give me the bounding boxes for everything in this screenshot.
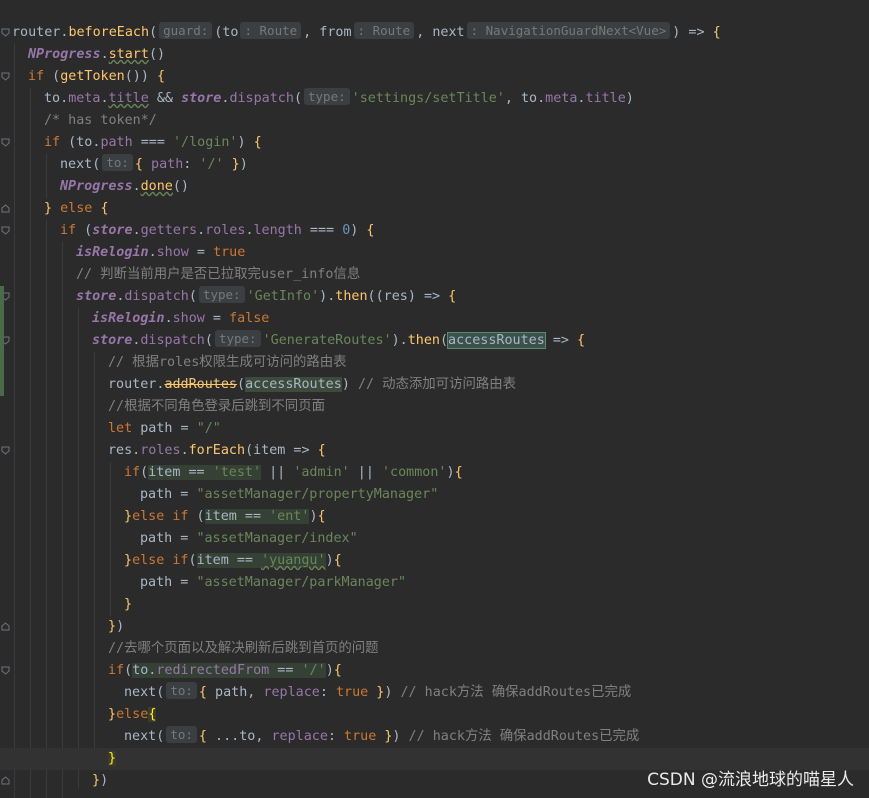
fold-open-icon[interactable]	[1, 666, 10, 675]
param-hint: guard:	[159, 22, 213, 39]
code-line-18[interactable]: //根据不同角色登录后跳到不同页面	[108, 396, 325, 418]
code-line-32[interactable]: }else{	[108, 704, 157, 726]
indent-guide	[46, 154, 47, 198]
code-line-31[interactable]: next(to:{ path, replace: true }) // hack…	[124, 682, 631, 704]
type-hint: : NavigationGuardNext<Vue>	[466, 22, 671, 39]
fold-close-icon[interactable]	[1, 776, 10, 785]
code-line-19[interactable]: let path = "/"	[108, 418, 221, 440]
code-line-29[interactable]: //去哪个页面以及解决刷新后跳到首页的问题	[108, 638, 379, 660]
param-hint: to:	[166, 726, 197, 743]
param-hint: to:	[102, 154, 133, 171]
fold-open-icon[interactable]	[1, 28, 10, 37]
code-line-28[interactable]: })	[108, 616, 124, 638]
code-line-2[interactable]: NProgress.start()	[28, 44, 165, 66]
indent-guide	[14, 44, 15, 798]
code-line-21[interactable]: if(item == 'test' || 'admin' || 'common'…	[124, 462, 463, 484]
code-line-23[interactable]: }else if (item == 'ent'){	[124, 506, 326, 528]
param-hint: type:	[214, 330, 261, 347]
fold-open-icon[interactable]	[1, 226, 10, 235]
fold-close-icon[interactable]	[1, 622, 10, 631]
code-line-24[interactable]: path = "assetManager/index"	[140, 528, 358, 550]
code-editor[interactable]: router.beforeEach(guard: (to: Route, from…	[0, 0, 869, 798]
fold-close-icon[interactable]	[1, 204, 10, 213]
code-line-7[interactable]: next(to:{ path: '/' })	[60, 154, 248, 176]
code-line-9[interactable]: } else {	[44, 198, 109, 220]
code-line-17[interactable]: router.addRoutes(accessRoutes) // 动态添加可访…	[108, 374, 516, 396]
indent-guide	[94, 352, 95, 770]
code-line-4[interactable]: to.meta.title && store.dispatch(type:'se…	[44, 88, 634, 110]
code-line-1[interactable]: router.beforeEach(guard: (to: Route, from…	[12, 22, 721, 44]
indent-guide	[46, 220, 47, 798]
indent-guide	[78, 308, 79, 788]
code-line-33[interactable]: next(to:{ ...to, replace: true }) // hac…	[124, 726, 639, 748]
watermark: CSDN @流浪地球的喵星人	[647, 770, 854, 790]
code-line-10[interactable]: if (store.getters.roles.length === 0) {	[60, 220, 374, 242]
indent-guide	[110, 462, 111, 616]
code-line-22[interactable]: path = "assetManager/propertyManager"	[140, 484, 438, 506]
code-line-30[interactable]: if(to.redirectedFrom == '/'){	[108, 660, 342, 682]
fold-open-icon[interactable]	[1, 72, 10, 81]
type-hint: : Route	[353, 22, 415, 39]
editor-gutter	[0, 0, 13, 798]
type-hint: : Route	[240, 22, 302, 39]
vcs-change-marker	[0, 286, 4, 396]
code-line-11[interactable]: isRelogin.show = true	[76, 242, 245, 264]
param-hint: type:	[304, 88, 350, 105]
code-line-27[interactable]: }	[124, 594, 132, 616]
param-hint: type:	[198, 286, 245, 303]
code-line-8[interactable]: NProgress.done()	[60, 176, 189, 198]
code-line-6[interactable]: if (to.path === '/login') {	[44, 132, 262, 154]
code-line-26[interactable]: path = "assetManager/parkManager"	[140, 572, 406, 594]
indent-guide	[30, 88, 31, 798]
code-line-13[interactable]: store.dispatch(type: 'GetInfo').then((res…	[76, 286, 456, 308]
code-line-15[interactable]: store.dispatch(type: 'GenerateRoutes').th…	[92, 330, 585, 352]
code-line-5[interactable]: /* has token*/	[44, 110, 157, 132]
code-line-16[interactable]: // 根据roles权限生成可访问的路由表	[108, 352, 347, 374]
code-line-12[interactable]: // 判断当前用户是否已拉取完user_info信息	[76, 264, 360, 286]
indent-guide	[62, 242, 63, 798]
fold-open-icon[interactable]	[1, 138, 10, 147]
code-line-3[interactable]: if (getToken()) {	[28, 66, 165, 88]
code-line-14[interactable]: isRelogin.show = false	[92, 308, 269, 330]
fold-open-icon[interactable]	[1, 446, 10, 455]
code-line-20[interactable]: res.roles.forEach(item => {	[108, 440, 326, 462]
param-hint: to:	[166, 682, 197, 699]
code-line-35[interactable]: })	[92, 770, 108, 792]
code-line-25[interactable]: }else if(item == 'yuangu'){	[124, 550, 342, 572]
